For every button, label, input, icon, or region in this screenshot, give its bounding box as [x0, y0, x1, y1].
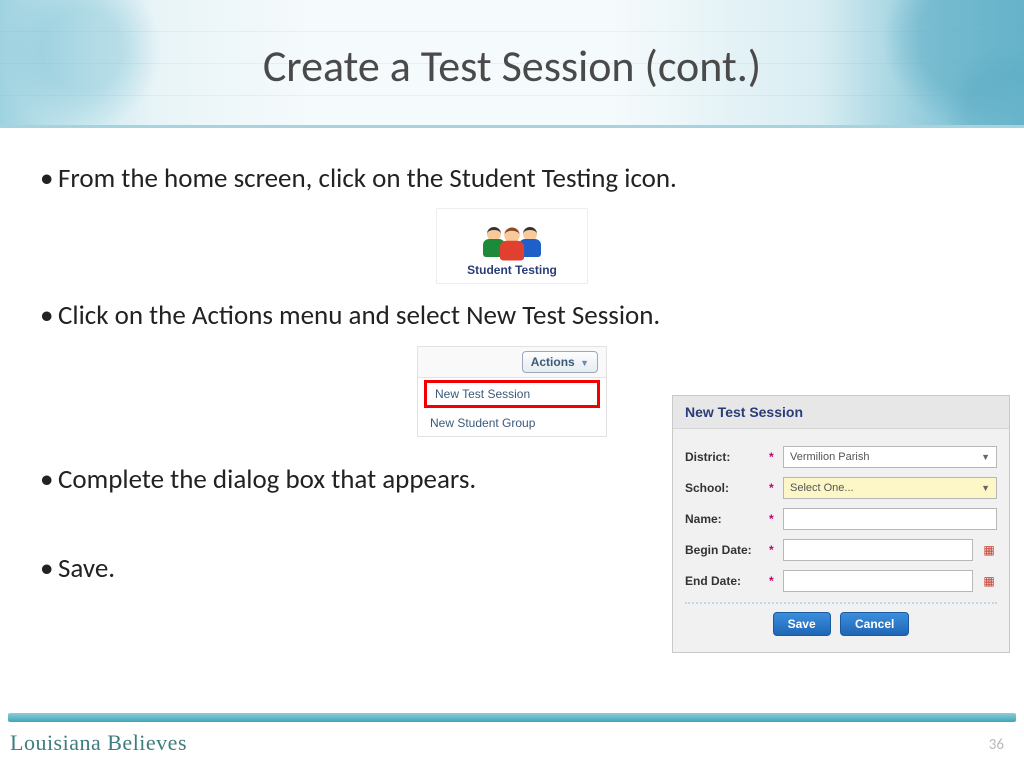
bullet-1: From the home screen, click on the Stude… — [40, 162, 994, 195]
school-placeholder: Select One... — [790, 482, 854, 494]
required-mark: * — [769, 481, 779, 495]
label-name: Name: — [685, 512, 765, 526]
school-select[interactable]: Select One... ▼ — [783, 477, 997, 499]
required-mark: * — [769, 450, 779, 464]
save-button[interactable]: Save — [773, 612, 831, 636]
slide-header: Create a Test Session (cont.) — [0, 0, 1024, 128]
bullet-2: Click on the Actions menu and select New… — [40, 299, 994, 332]
district-value: Vermilion Parish — [790, 451, 869, 463]
required-mark: * — [769, 512, 779, 526]
menu-item-new-test-session[interactable]: New Test Session — [424, 380, 600, 408]
required-mark: * — [769, 574, 779, 588]
slide-title: Create a Test Session (cont.) — [263, 39, 761, 93]
required-mark: * — [769, 543, 779, 557]
actions-button[interactable]: Actions ▼ — [522, 351, 598, 373]
student-testing-label: Student Testing — [441, 263, 583, 277]
calendar-icon[interactable]: ▦ — [981, 574, 997, 588]
actions-button-label: Actions — [531, 355, 575, 369]
calendar-icon[interactable]: ▦ — [981, 543, 997, 557]
caret-down-icon: ▼ — [580, 358, 589, 368]
chevron-down-icon: ▼ — [981, 452, 990, 462]
label-district: District: — [685, 450, 765, 464]
menu-item-new-student-group[interactable]: New Student Group — [418, 410, 606, 436]
actions-menu: Actions ▼ New Test Session New Student G… — [417, 346, 607, 437]
footer-brand: Louisiana Believes — [10, 730, 187, 756]
people-icon — [441, 213, 583, 257]
district-select[interactable]: Vermilion Parish ▼ — [783, 446, 997, 468]
begin-date-input[interactable] — [783, 539, 973, 561]
page-number: 36 — [989, 736, 1004, 754]
chevron-down-icon: ▼ — [981, 483, 990, 493]
cancel-button[interactable]: Cancel — [840, 612, 909, 636]
label-school: School: — [685, 481, 765, 495]
dialog-title: New Test Session — [673, 396, 1009, 429]
separator — [685, 602, 997, 604]
end-date-input[interactable] — [783, 570, 973, 592]
name-input[interactable] — [783, 508, 997, 530]
footer-bar — [8, 713, 1016, 722]
label-begin-date: Begin Date: — [685, 543, 765, 557]
student-testing-tile[interactable]: Student Testing — [437, 209, 587, 283]
label-end-date: End Date: — [685, 574, 765, 588]
new-test-session-dialog: New Test Session District: * Vermilion P… — [672, 395, 1010, 653]
